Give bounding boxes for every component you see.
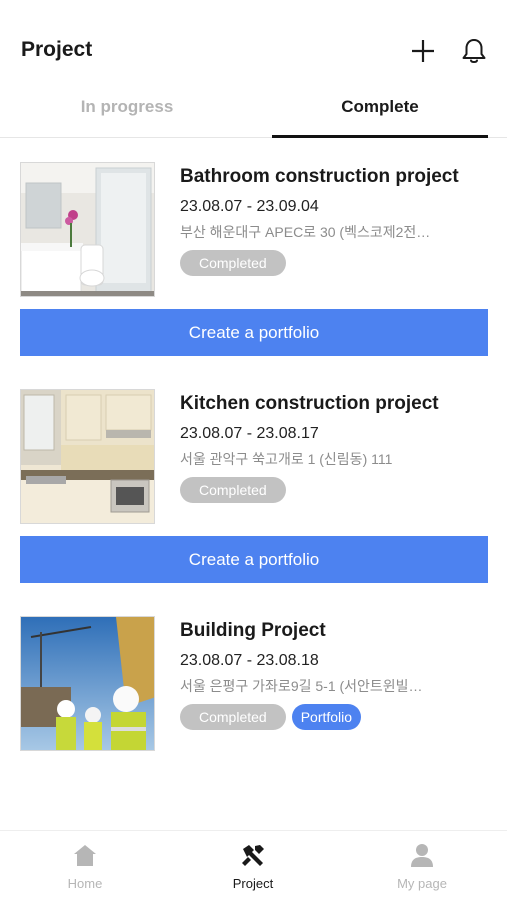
project-info: Building Project 23.08.07 - 23.08.18 서울 … (180, 618, 490, 730)
project-thumbnail (20, 389, 155, 524)
notifications-button[interactable] (459, 36, 489, 66)
project-name: Building Project (180, 620, 326, 641)
bottom-navigation: Home Project My page (0, 830, 507, 900)
project-address: 서울 은평구 가좌로9길 5-1 (서안트윈빌… (180, 678, 423, 694)
nav-my-page[interactable]: My page (372, 843, 472, 891)
project-dates: 23.08.07 - 23.09.04 (180, 198, 319, 215)
portfolio-badge[interactable]: Portfolio (291, 704, 362, 730)
tab-in-progress[interactable]: In progress (12, 90, 242, 138)
project-info: Kitchen construction project 23.08.07 - … (180, 391, 490, 503)
project-name: Kitchen construction project (180, 393, 439, 414)
project-card[interactable]: Kitchen construction project 23.08.07 - … (20, 389, 488, 524)
status-badge: Completed (180, 477, 286, 503)
project-dates: 23.08.07 - 23.08.17 (180, 425, 319, 442)
tab-complete[interactable]: Complete (272, 90, 488, 138)
project-dates: 23.08.07 - 23.08.18 (180, 652, 319, 669)
bathroom-photo (21, 163, 154, 296)
app-header: Project (0, 0, 507, 90)
home-icon (74, 845, 96, 866)
project-card[interactable]: Building Project 23.08.07 - 23.08.18 서울 … (20, 616, 488, 751)
add-project-button[interactable] (408, 36, 438, 66)
nav-home[interactable]: Home (35, 843, 135, 891)
status-badge: Completed (180, 250, 286, 276)
project-address: 서울 관악구 쑥고개로 1 (신림동) 111 (180, 451, 393, 467)
page-title: Project (21, 38, 93, 61)
person-icon (411, 844, 433, 867)
status-badge: Completed (180, 704, 286, 730)
project-address: 부산 해운대구 APEC로 30 (벡스코제2전… (180, 224, 431, 240)
kitchen-photo (21, 390, 154, 523)
nav-project[interactable]: Project (203, 843, 303, 891)
nav-project-label: Project (232, 876, 274, 891)
create-portfolio-button[interactable]: Create a portfolio (20, 536, 488, 583)
project-thumbnail (20, 162, 155, 297)
construction-workers-photo (21, 617, 154, 750)
create-portfolio-button[interactable]: Create a portfolio (20, 309, 488, 356)
bell-icon (462, 39, 486, 63)
project-icon (242, 845, 264, 866)
nav-my-page-label: My page (397, 876, 447, 891)
nav-home-label: Home (67, 876, 103, 891)
project-thumbnail (20, 616, 155, 751)
status-tabs: In progress Complete (0, 90, 507, 138)
project-info: Bathroom construction project 23.08.07 -… (180, 164, 490, 276)
project-name: Bathroom construction project (180, 166, 459, 187)
plus-icon (412, 40, 434, 62)
project-card[interactable]: Bathroom construction project 23.08.07 -… (20, 162, 488, 297)
